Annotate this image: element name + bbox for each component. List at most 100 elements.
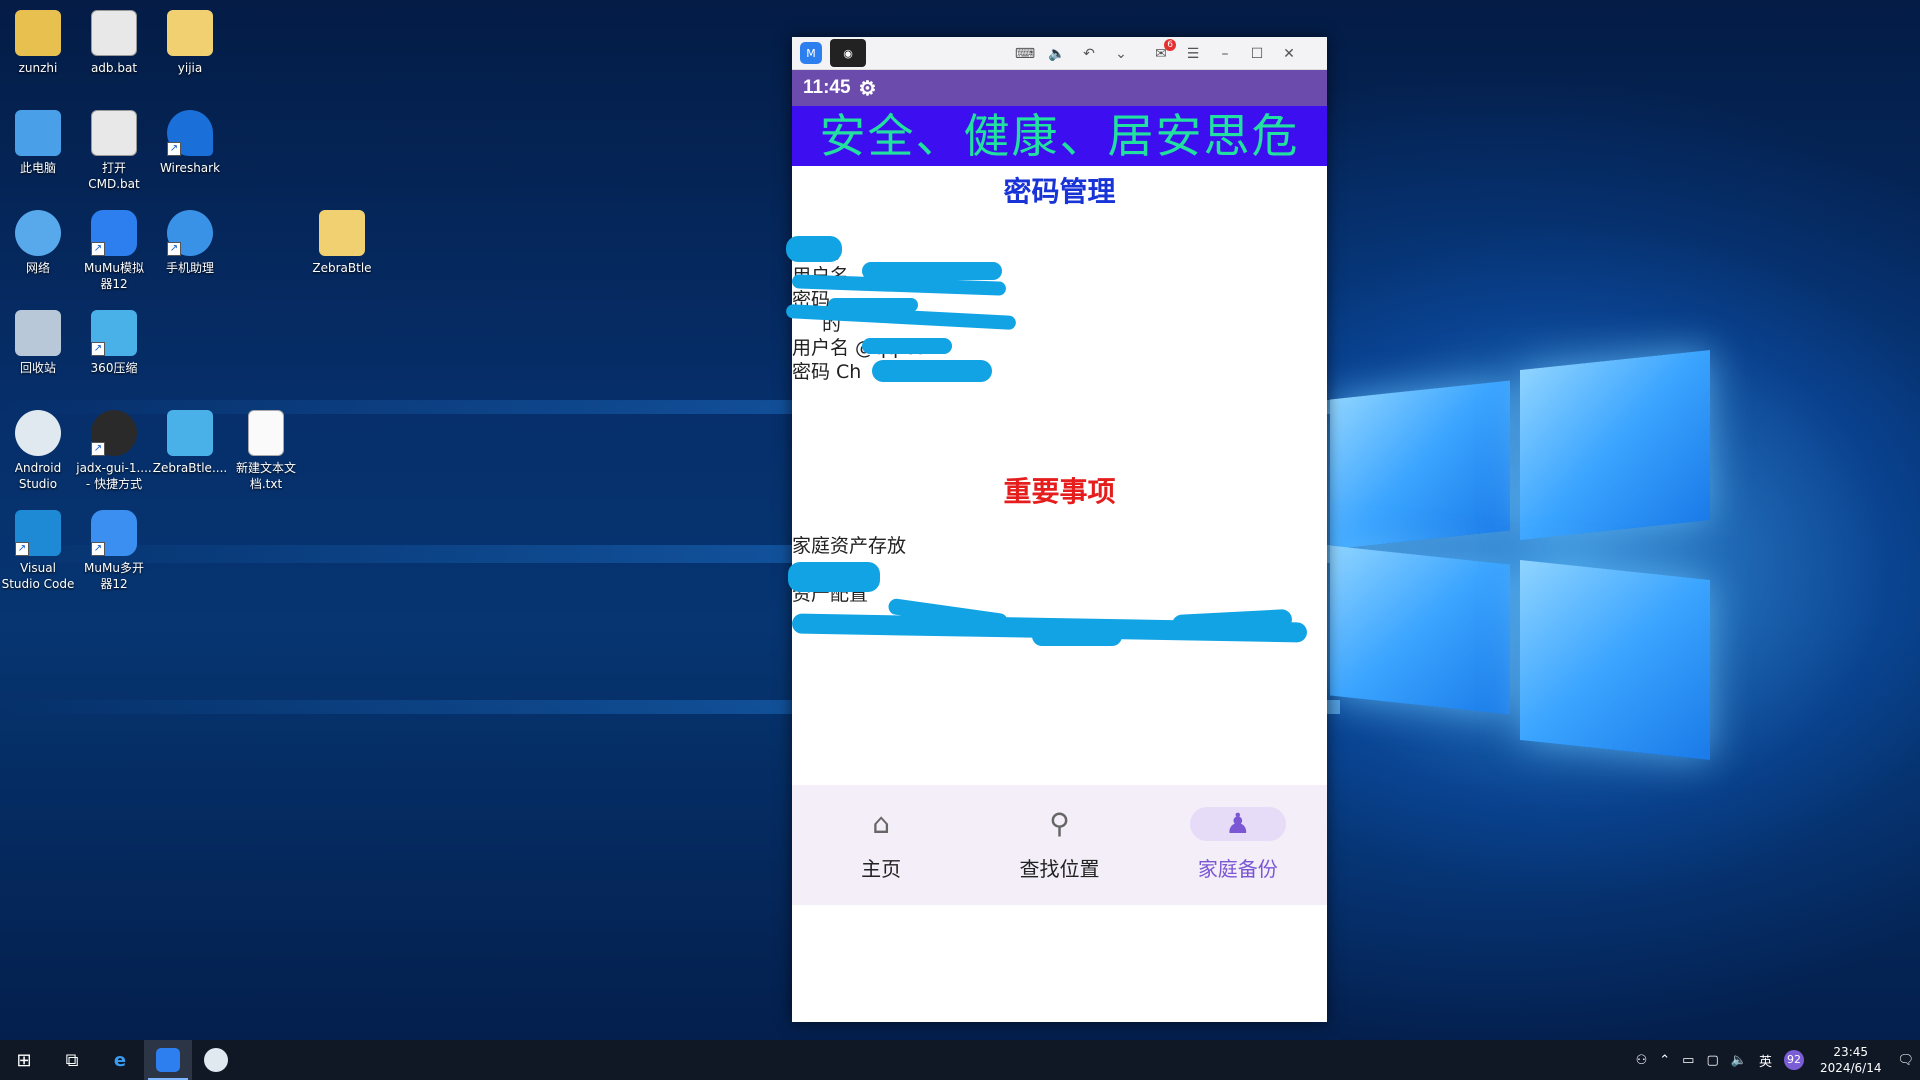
keyboard-icon[interactable]: ⌨ (1014, 43, 1036, 65)
search-icon: ⚲ (1049, 807, 1070, 840)
desktop-icon-zunzhi[interactable]: zunzhi (0, 10, 76, 76)
mumu-icon: ↗ (91, 210, 137, 256)
wireshark-icon: ↗ (167, 110, 213, 156)
desktop-icon-label: 回收站 (19, 361, 56, 375)
nav-label: 主页 (861, 857, 902, 881)
desktop-icon-label: 打开 CMD.bat (88, 161, 140, 191)
jadx-icon: ↗ (91, 410, 137, 456)
password-section-title: 密码管理 (1003, 175, 1116, 208)
desktop-icon-label: ZebraBtle.... (152, 461, 228, 475)
redaction-scribble (862, 338, 952, 354)
important-line: 家庭资产存放 (792, 535, 907, 557)
desktop-icon-zebrabtle-folder[interactable]: ZebraBtle (304, 210, 380, 276)
desktop-icon-label: zunzhi (18, 61, 58, 75)
important-section-title: 重要事项 (1003, 475, 1116, 508)
app-banner: 安全、健康、居安思危 (792, 106, 1327, 166)
mail-icon[interactable]: ✉ 6 (1150, 39, 1176, 65)
desktop-icon-network[interactable]: 网络 (0, 210, 76, 276)
desktop-icon-label: Android Studio (14, 461, 62, 491)
family-icon: ♟ (1189, 807, 1286, 841)
clock-date: 2024/6/14 (1819, 1061, 1882, 1075)
desktop-icon-label: 新建文本文 档.txt (235, 461, 296, 491)
app-content: 密码管理 的 用户名 密码 的 用户名 @qq.com 密码 Ch 重要事项 家… (785, 166, 1327, 905)
desktop-icon-label: 网络 (25, 261, 50, 275)
desktop-icon-android-studio[interactable]: Android Studio (0, 410, 76, 492)
archive-icon (167, 410, 213, 456)
redaction-scribble (1032, 626, 1122, 646)
clock-time: 23:45 (1833, 1045, 1869, 1059)
people-icon[interactable]: ⚇ (1636, 1053, 1648, 1068)
display-icon[interactable]: ▢ (1706, 1053, 1718, 1068)
folder-icon (167, 10, 213, 56)
desktop-icon-zebrabtle-archive[interactable]: ZebraBtle.... (152, 410, 228, 476)
bottom-navigation: ⌂ 主页 ⚲ 查找位置 ♟ 家庭备份 (792, 785, 1327, 905)
task-view-icon[interactable]: ⧉ (48, 1040, 96, 1080)
vscode-icon: ↗ (15, 510, 61, 556)
emulator-titlebar[interactable]: M ◉ ⌨ 🔈 ↶ ⌄ ✉ 6 ☰ – ☐ ✕ (792, 37, 1327, 70)
desktop-icon-recycle-bin[interactable]: 回收站 (0, 310, 76, 376)
desktop-icon-label: Visual Studio Code (1, 561, 75, 591)
mumu-tab-icon[interactable]: M (800, 42, 822, 64)
desktop-icon-vscode[interactable]: ↗ Visual Studio Code (0, 510, 76, 592)
start-button[interactable]: ⊞ (0, 1040, 48, 1080)
desktop-icon-label: yijia (177, 61, 203, 75)
mumu-multi-icon: ↗ (91, 510, 137, 556)
back-icon[interactable]: ↶ (1078, 43, 1100, 65)
network-tray-icon[interactable]: ▭ (1682, 1053, 1694, 1068)
action-center-icon[interactable]: 🗨 (1897, 1053, 1914, 1068)
redaction-scribble (788, 562, 880, 592)
phone-assistant-icon: ↗ (167, 210, 213, 256)
chevron-up-icon[interactable]: ⌃ (1659, 1053, 1670, 1068)
home-icon: ⌂ (872, 807, 891, 840)
desktop-icon-label: 360压缩 (90, 361, 138, 375)
chevron-down-icon[interactable]: ⌄ (1110, 43, 1132, 65)
android-status-bar: 11:45 ⚙ (792, 70, 1327, 106)
android-studio-taskbar-icon[interactable] (192, 1040, 240, 1080)
windows-logo-graphic (1320, 330, 1720, 790)
nav-find-location[interactable]: ⚲ 查找位置 (970, 785, 1148, 905)
desktop-icon-label: 此电脑 (19, 161, 56, 175)
maximize-icon[interactable]: ☐ (1246, 43, 1268, 65)
this-pc-icon (15, 110, 61, 156)
desktop-icon-mumu[interactable]: ↗ MuMu模拟 器12 (76, 210, 152, 292)
desktop-icon-jadx[interactable]: ↗ jadx-gui-1.... - 快捷方式 (76, 410, 152, 492)
desktop-icon-new-text-file[interactable]: 新建文本文 档.txt (228, 410, 304, 492)
desktop-icon-label: 手机助理 (165, 261, 214, 275)
folder-icon (319, 210, 365, 256)
nav-label: 家庭备份 (1197, 857, 1278, 881)
desktop-icon-360zip[interactable]: ↗ 360压缩 (76, 310, 152, 376)
desktop-icon-label: ZebraBtle (312, 261, 372, 275)
mumu-emulator-window[interactable]: M ◉ ⌨ 🔈 ↶ ⌄ ✉ 6 ☰ – ☐ ✕ 11:45 ⚙ 安全、健康、居安… (785, 37, 1327, 1022)
redaction-scribble (786, 236, 842, 262)
batch-file-icon (91, 10, 137, 56)
minimize-icon[interactable]: – (1214, 43, 1236, 65)
nav-label: 查找位置 (1019, 857, 1100, 881)
text-file-icon (248, 410, 284, 456)
desktop-icon-label: MuMu模拟 器12 (84, 261, 144, 291)
speaker-icon[interactable]: 🔈 (1731, 1053, 1747, 1068)
desktop-icon-mumu-multi[interactable]: ↗ MuMu多开 器12 (76, 510, 152, 592)
nav-home[interactable]: ⌂ 主页 (792, 785, 970, 905)
ime-indicator[interactable]: 英 (1759, 1051, 1772, 1070)
desktop-icon-label: Wireshark (159, 161, 221, 175)
gear-icon: ⚙ (858, 77, 877, 100)
desktop-icon-adb-bat[interactable]: adb.bat (76, 10, 152, 76)
volume-icon[interactable]: 🔈 (1046, 43, 1068, 65)
edge-icon[interactable]: e (96, 1040, 144, 1080)
menu-icon[interactable]: ☰ (1182, 43, 1204, 65)
desktop-icon-wireshark[interactable]: ↗ Wireshark (152, 110, 228, 176)
notification-count-badge[interactable]: 92 (1783, 1050, 1804, 1070)
close-icon[interactable]: ✕ (1278, 43, 1300, 65)
app-tab-icon[interactable]: ◉ (830, 39, 866, 67)
archive-icon: ↗ (91, 310, 137, 356)
mumu-taskbar-icon[interactable] (144, 1040, 192, 1080)
taskbar-clock[interactable]: 23:45 2024/6/14 (1820, 1044, 1882, 1076)
desktop-icon-cmd-bat[interactable]: 打开 CMD.bat (76, 110, 152, 192)
desktop-icon-phone-assistant[interactable]: ↗ 手机助理 (152, 210, 228, 276)
desktop-icon-yijia[interactable]: yijia (152, 10, 228, 76)
nav-family-backup[interactable]: ♟ 家庭备份 (1149, 785, 1327, 905)
network-icon (15, 210, 61, 256)
windows-taskbar: ⊞ ⧉ e ⚇ ⌃ ▭ ▢ 🔈 英 92 23:45 2024/6/14 🗨 (0, 1040, 1920, 1080)
desktop-icon-this-pc[interactable]: 此电脑 (0, 110, 76, 176)
system-tray: ⚇ ⌃ ▭ ▢ 🔈 英 92 23:45 2024/6/14 🗨 (1630, 1040, 1920, 1080)
